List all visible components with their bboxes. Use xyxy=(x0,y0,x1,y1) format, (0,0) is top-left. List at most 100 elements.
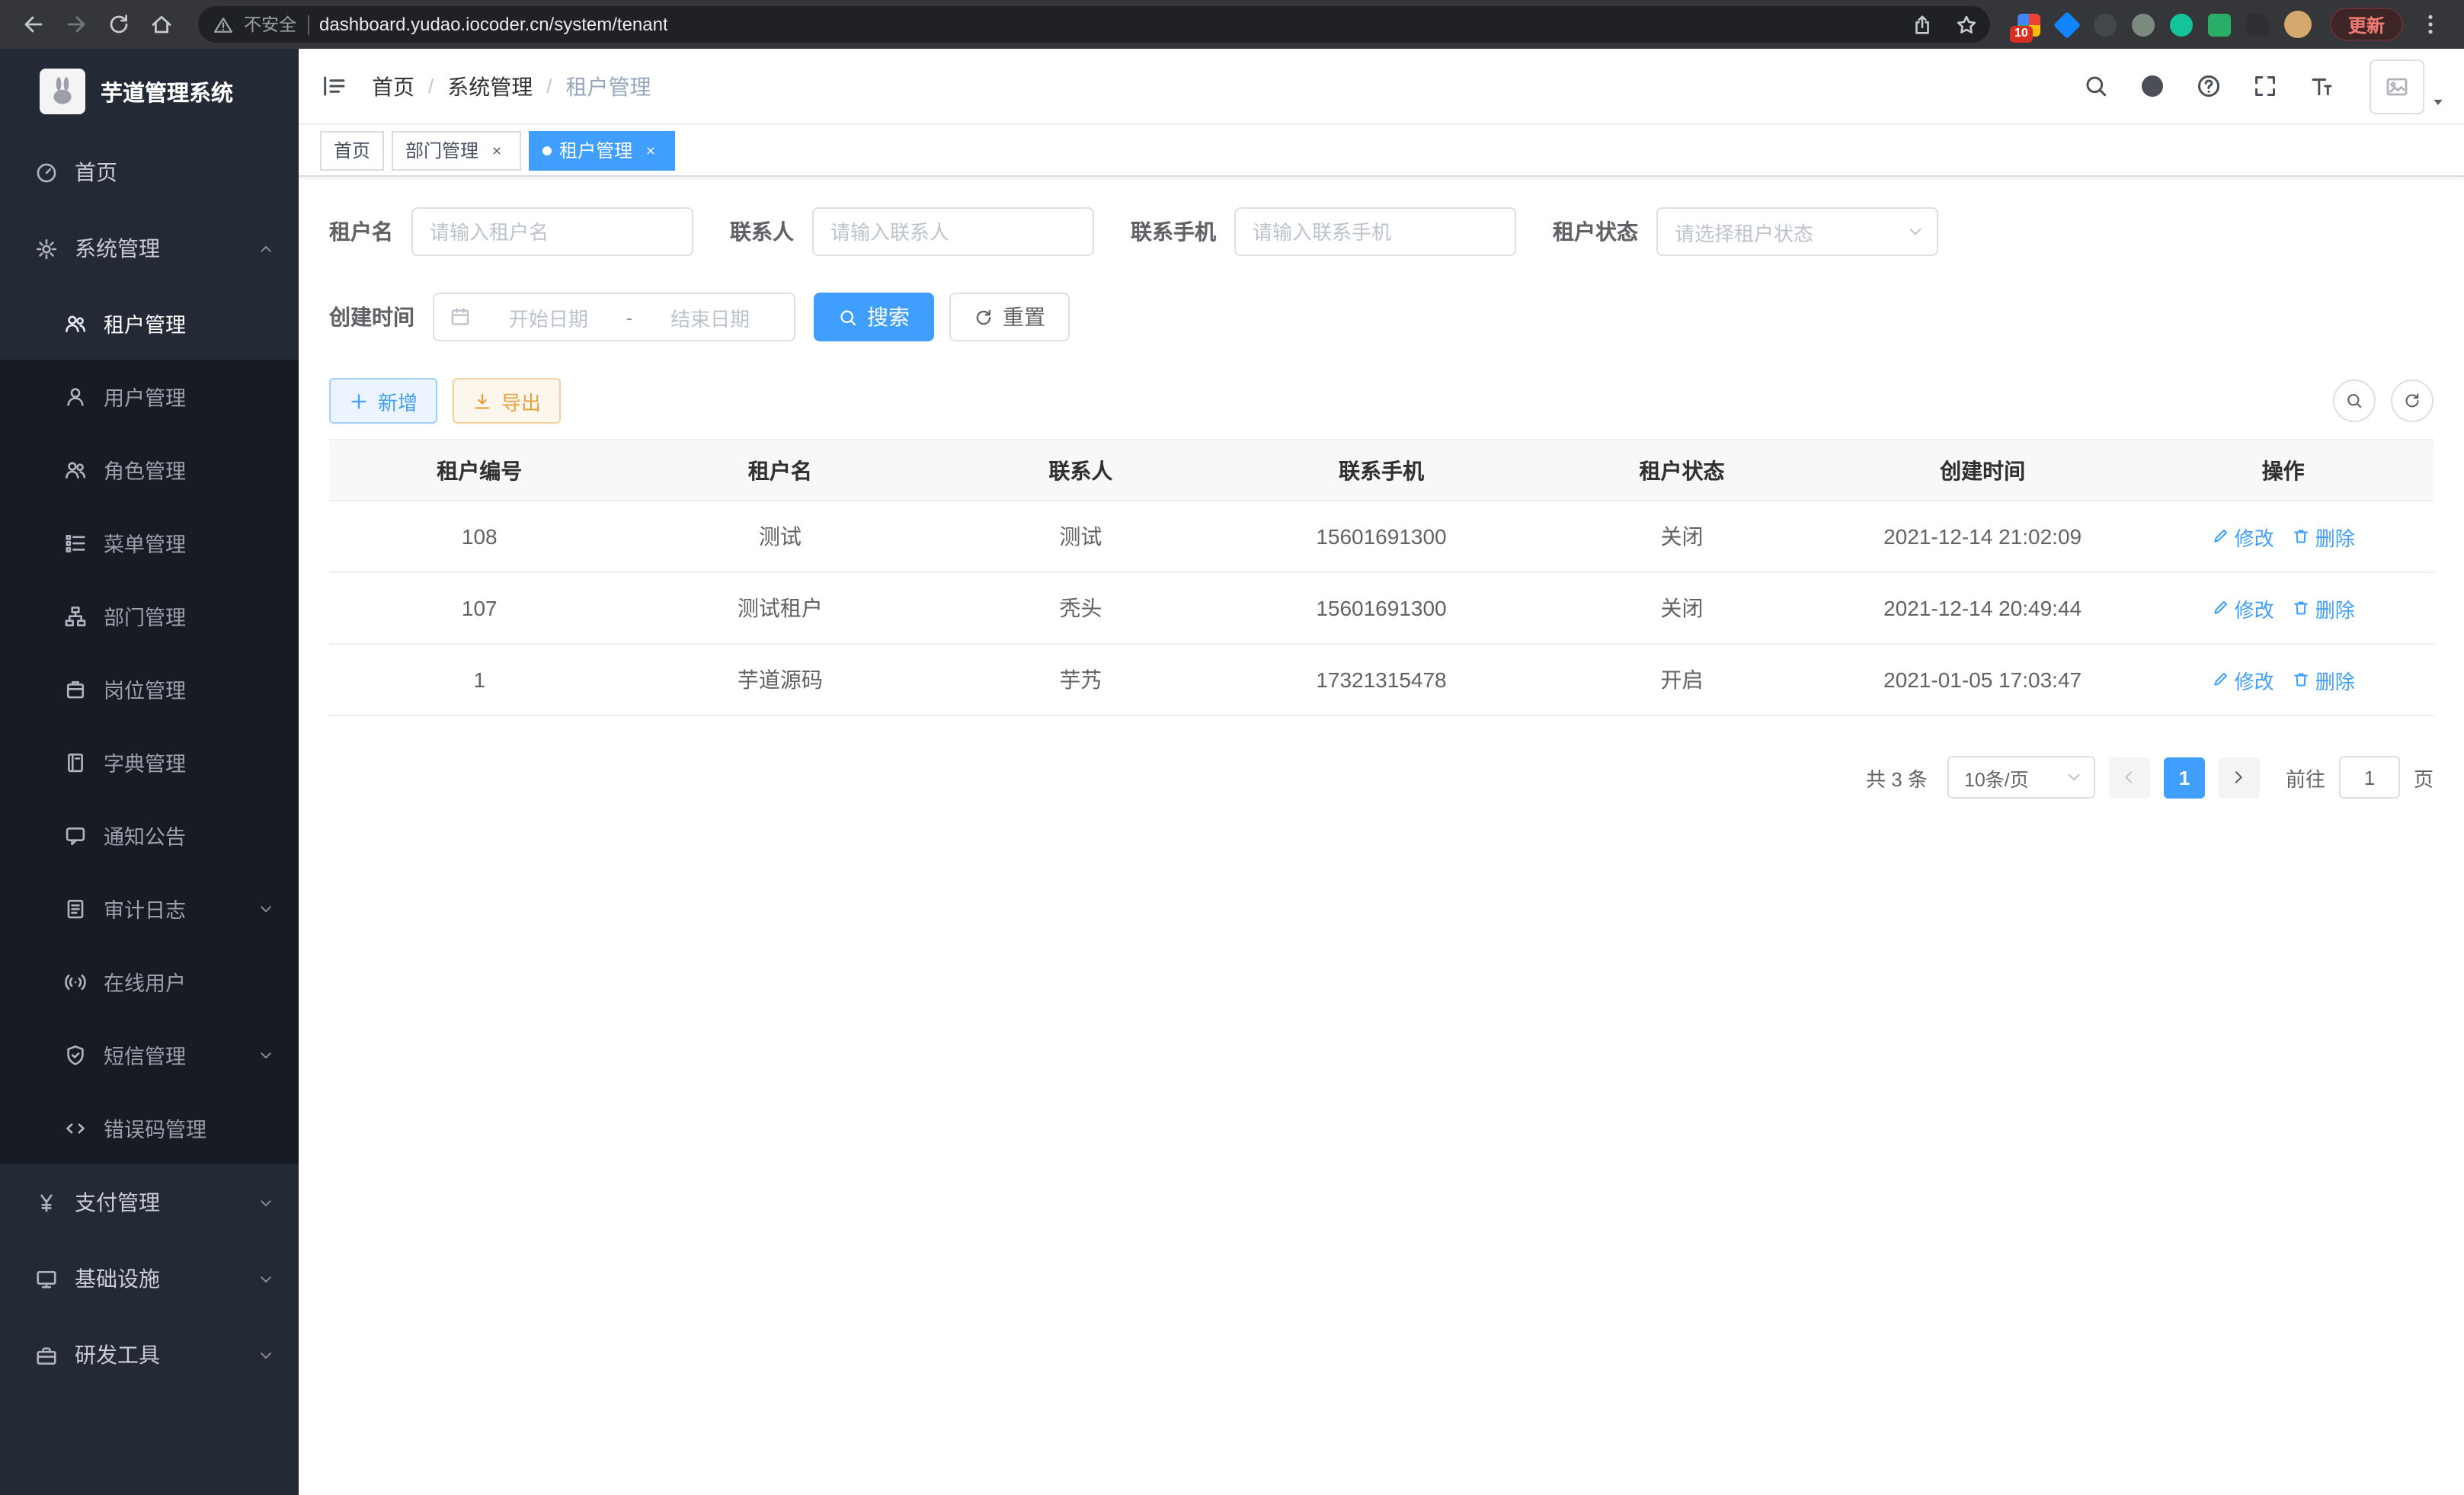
next-page-button[interactable] xyxy=(2219,757,2260,798)
edit-button[interactable]: 修改 xyxy=(2212,522,2274,551)
github-button[interactable] xyxy=(2129,63,2174,109)
search-button-label: 搜索 xyxy=(867,302,910,332)
edit-button[interactable]: 修改 xyxy=(2212,665,2274,694)
filter-create-time: 创建时间 开始日期 - 结束日期 xyxy=(329,293,795,341)
tab-home[interactable]: 首页 xyxy=(320,130,384,170)
column-header: 创建时间 xyxy=(1832,440,2133,501)
mobile-input[interactable] xyxy=(1234,207,1516,256)
tab-tenant[interactable]: 租户管理 xyxy=(529,130,675,170)
browser-back-button[interactable] xyxy=(15,6,52,43)
extension-icon[interactable] xyxy=(2170,13,2193,36)
sidebar-item-error-code[interactable]: 错误码管理 xyxy=(0,1091,299,1164)
chevron-up-icon xyxy=(258,240,274,257)
share-button[interactable] xyxy=(1906,8,1940,41)
sidebar-item-home[interactable]: 首页 xyxy=(0,134,299,210)
cell-id: 108 xyxy=(329,501,630,572)
tab-close-icon[interactable] xyxy=(640,139,661,161)
fullscreen-button[interactable] xyxy=(2242,63,2287,109)
status-label: 租户状态 xyxy=(1553,216,1638,247)
sidebar-collapse-button[interactable] xyxy=(311,63,357,109)
bookmark-star-button[interactable] xyxy=(1950,8,1984,41)
toggle-search-button[interactable] xyxy=(2333,379,2376,422)
font-size-button[interactable] xyxy=(2298,63,2344,109)
delete-button[interactable]: 删除 xyxy=(2293,665,2355,694)
breadcrumb-item[interactable]: 系统管理 xyxy=(447,71,533,101)
sidebar-item-label: 首页 xyxy=(75,157,274,187)
sidebar-item-role[interactable]: 角色管理 xyxy=(0,433,299,506)
sidebar-item-menu[interactable]: 菜单管理 xyxy=(0,506,299,579)
user-avatar-menu[interactable] xyxy=(2370,59,2446,114)
cell-id: 107 xyxy=(329,572,630,644)
sidebar-item-audit-log[interactable]: 审计日志 xyxy=(0,872,299,945)
date-range-picker[interactable]: 开始日期 - 结束日期 xyxy=(433,293,795,341)
export-button[interactable]: 导出 xyxy=(453,378,561,424)
sidebar-item-online-user[interactable]: 在线用户 xyxy=(0,945,299,1018)
column-header: 操作 xyxy=(2133,440,2434,501)
profile-avatar[interactable] xyxy=(2284,11,2312,38)
refresh-table-button[interactable] xyxy=(2391,379,2434,422)
page-size-select[interactable]: 10条/页 xyxy=(1947,756,2095,799)
edit-label: 修改 xyxy=(2235,665,2274,694)
tenant-status-select[interactable]: 请选择租户状态 xyxy=(1656,207,1938,256)
reset-button-label: 重置 xyxy=(1003,302,1045,332)
browser-home-button[interactable] xyxy=(143,6,180,43)
extension-icon[interactable] xyxy=(2246,13,2269,36)
badge-icon xyxy=(64,677,87,700)
delete-button[interactable]: 删除 xyxy=(2293,594,2355,623)
cell-mobile: 17321315478 xyxy=(1231,644,1532,715)
goto-page-input[interactable] xyxy=(2339,756,2400,799)
sidebar-item-dept[interactable]: 部门管理 xyxy=(0,579,299,652)
extension-icon[interactable] xyxy=(2094,13,2117,36)
sidebar-item-dict[interactable]: 字典管理 xyxy=(0,725,299,799)
create-time-label: 创建时间 xyxy=(329,302,414,332)
add-button[interactable]: 新增 xyxy=(329,378,437,424)
tab-close-icon[interactable] xyxy=(486,139,507,161)
content: 租户名 联系人 联系手机 租户状态 请选择租户状态 xyxy=(299,177,2464,1495)
sidebar-item-dev-tools[interactable]: 研发工具 xyxy=(0,1317,299,1393)
menu-icon xyxy=(64,531,87,554)
reset-button[interactable]: 重置 xyxy=(949,293,1070,341)
edit-button[interactable]: 修改 xyxy=(2212,594,2274,623)
sidebar-item-notice[interactable]: 通知公告 xyxy=(0,799,299,872)
search-button[interactable]: 搜索 xyxy=(814,293,934,341)
table-toolbar: 新增 导出 xyxy=(329,378,2434,424)
contact-label: 联系人 xyxy=(730,216,794,247)
browser-menu-button[interactable] xyxy=(2412,6,2449,43)
header-search-button[interactable] xyxy=(2072,63,2118,109)
app-logo[interactable]: 芋道管理系统 xyxy=(0,49,299,134)
breadcrumb-item[interactable]: 首页 xyxy=(372,71,414,101)
tenant-name-input[interactable] xyxy=(411,207,693,256)
browser-reload-button[interactable] xyxy=(101,6,137,43)
prev-page-button[interactable] xyxy=(2109,757,2150,798)
date-start-placeholder: 开始日期 xyxy=(480,303,617,331)
total-count: 共 3 条 xyxy=(1866,763,1928,792)
sidebar-item-system[interactable]: 系统管理 xyxy=(0,210,299,287)
contact-input[interactable] xyxy=(812,207,1094,256)
delete-button[interactable]: 删除 xyxy=(2293,522,2355,551)
cell-status: 关闭 xyxy=(1531,501,1832,572)
sidebar-item-label: 通知公告 xyxy=(104,820,274,850)
extension-icon[interactable] xyxy=(2208,13,2231,36)
sidebar-item-user[interactable]: 用户管理 xyxy=(0,360,299,433)
tab-dept[interactable]: 部门管理 xyxy=(392,130,521,170)
cell-status: 关闭 xyxy=(1531,572,1832,644)
gear-icon xyxy=(35,237,58,260)
sidebar-item-infra[interactable]: 基础设施 xyxy=(0,1240,299,1317)
sidebar-item-tenant[interactable]: 租户管理 xyxy=(0,287,299,360)
extension-icon[interactable] xyxy=(2053,11,2081,38)
top-navbar: 首页/系统管理/租户管理 xyxy=(299,49,2464,125)
browser-update-button[interactable]: 更新 xyxy=(2330,8,2403,41)
sidebar-item-pay[interactable]: 支付管理 xyxy=(0,1164,299,1240)
browser-forward-button[interactable] xyxy=(58,6,94,43)
sidebar-item-post[interactable]: 岗位管理 xyxy=(0,652,299,725)
sidebar-item-sms[interactable]: 短信管理 xyxy=(0,1018,299,1091)
chevron-down-icon xyxy=(258,1270,274,1287)
help-button[interactable] xyxy=(2185,63,2231,109)
code-icon xyxy=(64,1116,87,1139)
sidebar-item-label: 字典管理 xyxy=(104,747,274,777)
extension-icon[interactable]: 10 xyxy=(2018,13,2040,36)
extension-icon[interactable] xyxy=(2132,13,2155,36)
page-1-button[interactable]: 1 xyxy=(2164,757,2205,798)
cell-contact: 芋艿 xyxy=(930,644,1231,715)
address-bar[interactable]: 不安全 dashboard.yudao.iocoder.cn/system/te… xyxy=(198,6,1990,43)
